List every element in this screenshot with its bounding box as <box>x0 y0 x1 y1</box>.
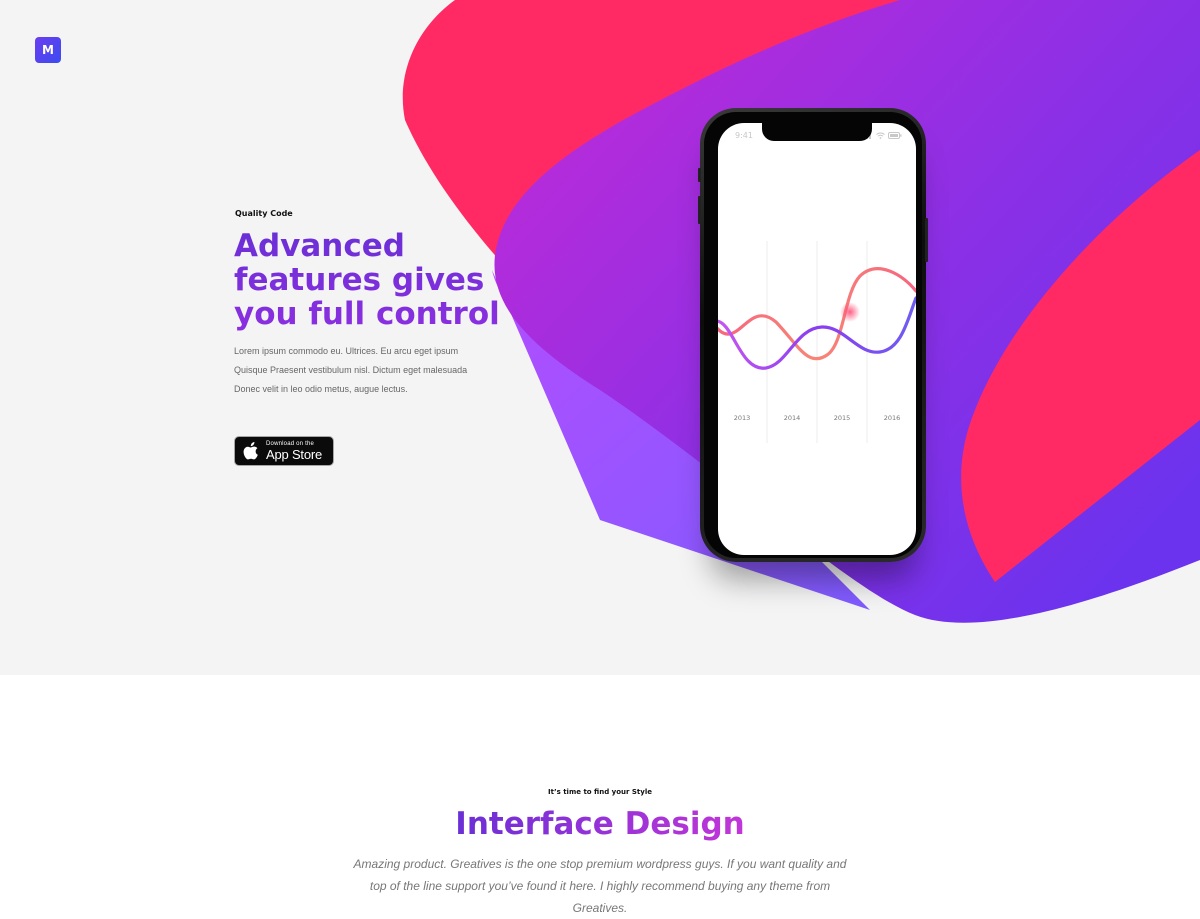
apple-icon <box>243 442 258 460</box>
hero-headline: Advanced features gives you full control <box>234 229 534 331</box>
phone-mute-switch <box>698 168 701 182</box>
phone-line-chart: 2013 2014 2015 2016 <box>718 241 916 443</box>
app-store-line2: App Store <box>266 447 323 462</box>
app-store-button[interactable]: Download on the App Store <box>234 436 334 466</box>
chart-x-tick-label: 2016 <box>884 414 901 422</box>
hero-gradient-shapes <box>402 0 1200 623</box>
chart-x-tick-label: 2015 <box>834 414 851 422</box>
brand-logo[interactable]: M <box>35 37 61 63</box>
section-description: Amazing product. Greatives is the one st… <box>353 857 847 915</box>
section-title-text: Interface Design <box>455 806 745 842</box>
chart-x-tick-label: 2013 <box>734 414 751 422</box>
hero-section: M Quality Code Advanced features gives y… <box>0 0 1200 675</box>
phone-bezel: 9:41 2013 2014 2015 2016 <box>704 112 922 558</box>
phone-volume-up <box>698 196 701 224</box>
logo-letter: M <box>42 43 54 57</box>
phone-power-button <box>925 218 928 262</box>
interface-design-section: It’s time to find your Style Interface D… <box>0 675 1200 915</box>
phone-screen: 9:41 2013 2014 2015 2016 <box>718 123 916 555</box>
section-title: Interface Design <box>0 806 1200 842</box>
hero-lead-text: Lorem ipsum commodo eu. Ultrices. Eu arc… <box>234 346 468 394</box>
chart-x-tick-label: 2014 <box>784 414 801 422</box>
chart-highlight-point <box>840 302 860 322</box>
section-eyebrow: It’s time to find your Style <box>548 788 652 796</box>
hero-eyebrow: Quality Code <box>235 209 293 218</box>
phone-mockup: 9:41 2013 2014 2015 2016 <box>698 108 928 562</box>
